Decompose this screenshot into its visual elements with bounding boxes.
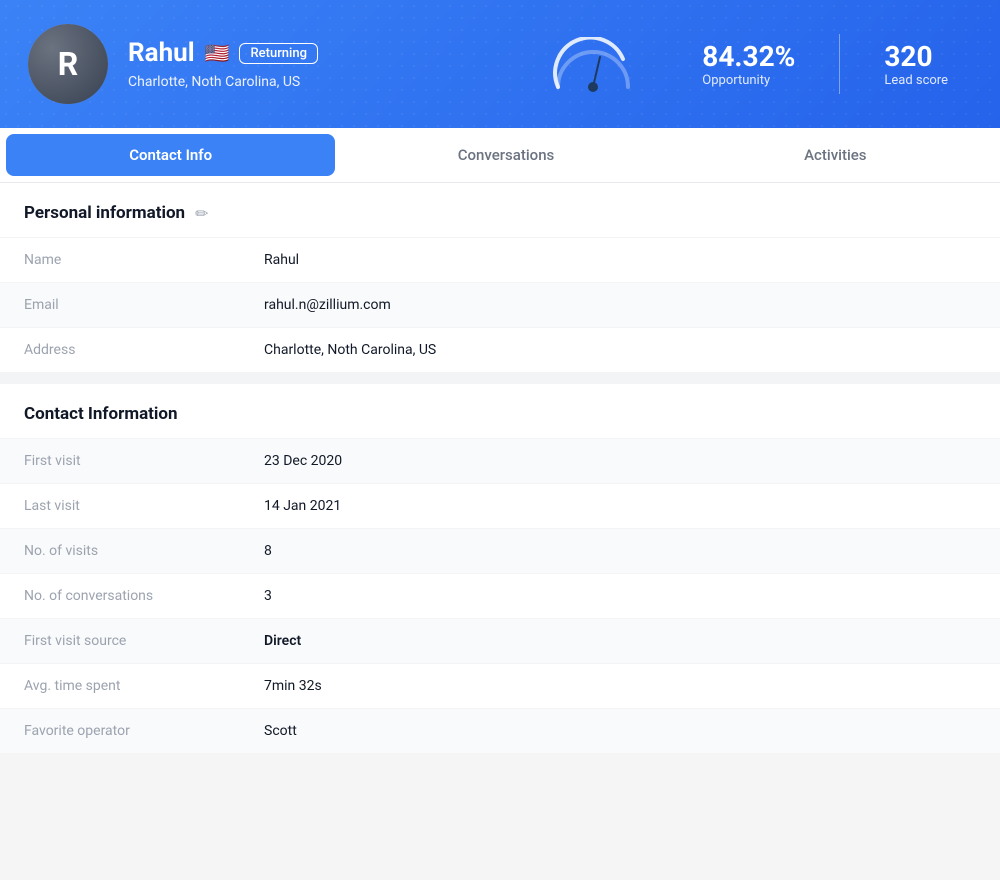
tab-activities[interactable]: Activities xyxy=(671,128,1000,182)
opportunity-value: 84.32% xyxy=(702,40,795,73)
tab-contact-info[interactable]: Contact Info xyxy=(6,134,335,176)
first-visit-label: First visit xyxy=(24,453,264,469)
returning-badge: Returning xyxy=(239,43,317,64)
header: R Rahul 🇺🇸 Returning Charlotte, Noth Car… xyxy=(0,0,1000,128)
personal-info-row-name: Name Rahul xyxy=(0,237,1000,282)
tab-conversations[interactable]: Conversations xyxy=(341,128,670,182)
lead-score-stat: 320 Lead score xyxy=(860,40,972,88)
flag-icon: 🇺🇸 xyxy=(205,41,230,65)
contact-row-first-visit: First visit 23 Dec 2020 xyxy=(0,438,1000,483)
contact-row-first-source: First visit source Direct xyxy=(0,618,1000,663)
fav-operator-value: Scott xyxy=(264,723,297,739)
first-visit-value: 23 Dec 2020 xyxy=(264,453,342,469)
contact-row-num-visits: No. of visits 8 xyxy=(0,528,1000,573)
avg-time-value: 7min 32s xyxy=(264,678,322,694)
personal-info-row-address: Address Charlotte, Noth Carolina, US xyxy=(0,327,1000,372)
contact-name: Rahul xyxy=(128,38,195,68)
gauge-container xyxy=(548,37,638,92)
num-visits-label: No. of visits xyxy=(24,543,264,559)
personal-name-label: Name xyxy=(24,252,264,268)
personal-address-label: Address xyxy=(24,342,264,358)
header-name-row: Rahul 🇺🇸 Returning xyxy=(128,38,528,68)
personal-email-label: Email xyxy=(24,297,264,313)
contact-row-num-conversations: No. of conversations 3 xyxy=(0,573,1000,618)
contact-row-avg-time: Avg. time spent 7min 32s xyxy=(0,663,1000,708)
section-gap xyxy=(0,372,1000,384)
edit-icon[interactable]: ✏ xyxy=(195,204,208,223)
opportunity-label: Opportunity xyxy=(702,73,770,88)
lead-score-value: 320 xyxy=(884,40,932,73)
stats-divider xyxy=(839,34,840,94)
tabs-bar: Contact Info Conversations Activities xyxy=(0,128,1000,183)
num-conversations-label: No. of conversations xyxy=(24,588,264,604)
first-source-label: First visit source xyxy=(24,633,264,649)
personal-name-value: Rahul xyxy=(264,252,299,268)
header-info: Rahul 🇺🇸 Returning Charlotte, Noth Carol… xyxy=(128,38,528,90)
personal-section-title: Personal information xyxy=(24,203,185,223)
last-visit-label: Last visit xyxy=(24,498,264,514)
gauge-chart xyxy=(548,37,638,92)
personal-section-header: Personal information ✏ xyxy=(0,183,1000,237)
num-visits-value: 8 xyxy=(264,543,272,559)
last-visit-value: 14 Jan 2021 xyxy=(264,498,341,514)
num-conversations-value: 3 xyxy=(264,588,272,604)
personal-address-value: Charlotte, Noth Carolina, US xyxy=(264,342,436,358)
avg-time-label: Avg. time spent xyxy=(24,678,264,694)
avatar: R xyxy=(28,24,108,104)
lead-score-label: Lead score xyxy=(884,73,948,88)
contact-section-header: Contact Information xyxy=(0,384,1000,438)
content-area: Personal information ✏ Name Rahul Email … xyxy=(0,183,1000,753)
personal-email-value: rahul.n@zillium.com xyxy=(264,297,391,313)
avatar-letter: R xyxy=(58,45,79,83)
contact-section-title: Contact Information xyxy=(24,404,178,424)
first-source-value: Direct xyxy=(264,633,301,649)
contact-row-last-visit: Last visit 14 Jan 2021 xyxy=(0,483,1000,528)
fav-operator-label: Favorite operator xyxy=(24,723,264,739)
contact-location: Charlotte, Noth Carolina, US xyxy=(128,74,528,90)
opportunity-stat: 84.32% Opportunity xyxy=(678,40,819,88)
contact-row-favorite-operator: Favorite operator Scott xyxy=(0,708,1000,753)
personal-info-row-email: Email rahul.n@zillium.com xyxy=(0,282,1000,327)
